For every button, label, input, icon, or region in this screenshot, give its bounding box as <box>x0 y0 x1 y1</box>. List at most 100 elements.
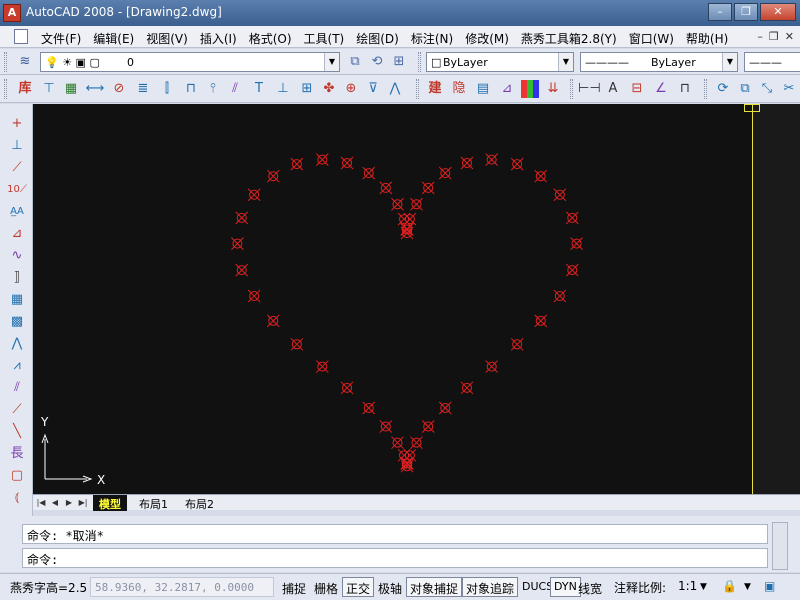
toolbar-grip[interactable] <box>4 79 7 99</box>
bracket-icon[interactable]: ⟧ <box>7 268 27 288</box>
lock-icon[interactable]: 🔒 <box>722 579 737 593</box>
ejector-icon[interactable]: ⫽ <box>224 78 246 100</box>
menu-insert[interactable]: 插入(I) <box>194 30 243 47</box>
menu-help[interactable]: 帮助(H) <box>680 30 734 47</box>
vertical-line-icon[interactable]: ⊥ <box>7 136 27 156</box>
chevron-down-icon[interactable]: ▼ <box>324 53 339 71</box>
next-tab-icon[interactable]: ▶ <box>63 497 75 509</box>
nozzle-icon[interactable]: ⊽ <box>362 78 384 100</box>
trim-icon[interactable]: ✂ <box>778 78 800 100</box>
chevron-down-icon[interactable]: ▼ <box>722 53 737 71</box>
peak-icon[interactable]: ⩘ <box>7 356 27 376</box>
arc-icon[interactable]: ⋀ <box>7 334 27 354</box>
aa-text-icon[interactable]: A̲A <box>7 202 27 222</box>
line-segment-icon[interactable]: ╲ <box>7 422 27 442</box>
menu-draw[interactable]: 绘图(D) <box>350 30 405 47</box>
grid-fill-icon[interactable]: ▩ <box>7 312 27 332</box>
menu-window[interactable]: 窗口(W) <box>623 30 680 47</box>
arcs-icon[interactable]: ⦅ <box>7 488 27 508</box>
menu-tools[interactable]: 工具(T) <box>298 30 351 47</box>
restore-button[interactable]: ❐ <box>734 3 758 21</box>
chain-dim-icon[interactable]: ⊓ <box>674 78 696 100</box>
spring-icon[interactable]: ≣ <box>132 78 154 100</box>
polyline-icon[interactable]: ⊿ <box>7 224 27 244</box>
menu-edit[interactable]: 编辑(E) <box>87 30 140 47</box>
pin-icon[interactable]: ⫯ <box>202 78 224 100</box>
rectangle-icon[interactable]: ▢ <box>7 466 27 486</box>
slider-icon[interactable]: ⋀ <box>384 78 406 100</box>
linetype-dropdown[interactable]: ———— ByLayer ▼ <box>580 52 738 72</box>
punch-icon[interactable]: ⊤ <box>38 78 60 100</box>
build-icon[interactable]: 建 <box>424 78 446 100</box>
menu-yanxiu-toolbox[interactable]: 燕秀工具箱2.8(Y) <box>515 30 623 47</box>
menu-file[interactable]: 文件(F) <box>35 30 87 47</box>
angle-dim-icon[interactable]: ∠ <box>650 78 672 100</box>
guide-pillar-icon[interactable]: ⊞ <box>296 78 318 100</box>
t-bolt-icon[interactable]: T <box>248 78 270 100</box>
lineweight-dropdown[interactable]: ——— <box>744 52 800 72</box>
toolbar-grip[interactable] <box>418 52 421 72</box>
command-input[interactable]: 命令: <box>22 548 768 568</box>
mold-base-icon[interactable]: ▦ <box>60 78 82 100</box>
text-dim-icon[interactable]: A <box>602 78 624 100</box>
grid-button[interactable]: 栅格 <box>310 577 342 597</box>
snap-button[interactable]: 捕捉 <box>278 577 310 597</box>
crosshair-icon[interactable]: + <box>7 114 27 134</box>
menu-modify[interactable]: 修改(M) <box>459 30 515 47</box>
bolt-icon[interactable]: ⊓ <box>180 78 202 100</box>
autocad-app-icon[interactable]: A <box>3 4 21 22</box>
hide-icon[interactable]: 隐 <box>448 78 470 100</box>
chevron-down-icon[interactable]: ▼ <box>700 582 707 592</box>
tab-layout2[interactable]: 布局2 <box>179 495 220 511</box>
color-palette-icon[interactable] <box>521 80 539 98</box>
last-tab-icon[interactable]: ▶| <box>77 497 89 509</box>
hatch-icon[interactable]: ▦ <box>7 290 27 310</box>
diagonal-line-icon[interactable]: ⟋ <box>7 158 27 178</box>
sprue-icon[interactable]: ⊥ <box>272 78 294 100</box>
toolbar-grip[interactable] <box>4 52 7 72</box>
clean-screen-icon[interactable]: ▣ <box>764 579 775 593</box>
rotate-icon[interactable]: ⟳ <box>712 78 734 100</box>
osnap-button[interactable]: 对象捕捉 <box>406 577 463 597</box>
no-entry-icon[interactable]: ⊘ <box>108 78 130 100</box>
layer-dropdown[interactable]: 💡 ☀ ▣ ▢ 0 ▼ <box>40 52 340 72</box>
line-icon[interactable]: ⟷ <box>84 78 106 100</box>
wave-icon[interactable]: ∿ <box>7 246 27 266</box>
otrack-button[interactable]: 对象追踪 <box>462 577 519 597</box>
polar-button[interactable]: 极轴 <box>374 577 406 597</box>
layer-previous-icon[interactable]: ⟲ <box>366 51 388 73</box>
ten-degree-icon[interactable]: 10⟋ <box>7 180 27 200</box>
layer-states-icon[interactable]: ⊞ <box>388 51 410 73</box>
baseline-dim-icon[interactable]: ⊟ <box>626 78 648 100</box>
tab-model[interactable]: 模型 <box>93 495 127 511</box>
linear-dim-icon[interactable]: ⊢⊣ <box>578 78 601 100</box>
make-object-layer-current-icon[interactable]: ⧉ <box>344 51 366 73</box>
toolbar-grip[interactable] <box>416 79 419 99</box>
first-tab-icon[interactable]: |◀ <box>35 497 47 509</box>
layer-stack-icon[interactable]: ▤ <box>472 78 494 100</box>
menu-dimension[interactable]: 标注(N) <box>405 30 459 47</box>
doc-restore-button[interactable]: ❐ <box>769 30 779 43</box>
menu-view[interactable]: 视图(V) <box>140 30 194 47</box>
coordinate-readout[interactable]: 58.9360, 32.2817, 0.0000 <box>90 577 274 597</box>
chevron-down-icon[interactable]: ▼ <box>744 582 751 592</box>
color-dropdown[interactable]: □ ByLayer ▼ <box>426 52 574 72</box>
tab-layout1[interactable]: 布局1 <box>133 495 174 511</box>
layer-manager-icon[interactable]: ≋ <box>14 51 36 73</box>
long-text-icon[interactable]: 長 <box>7 444 27 464</box>
document-icon[interactable] <box>14 29 28 44</box>
chevron-down-icon[interactable]: ▼ <box>558 53 573 71</box>
doc-close-button[interactable]: ✕ <box>785 30 794 43</box>
screw-icon[interactable]: ⫿ <box>156 78 178 100</box>
command-scrollbar[interactable] <box>772 522 788 570</box>
toolbar-grip[interactable] <box>704 79 707 99</box>
copy-icon[interactable]: ⧉ <box>734 78 756 100</box>
lineweight-button[interactable]: 线宽 <box>574 577 606 597</box>
close-button[interactable]: ✕ <box>760 3 796 21</box>
prev-tab-icon[interactable]: ◀ <box>49 497 61 509</box>
ortho-button[interactable]: 正交 <box>342 577 375 597</box>
dimension-icon[interactable]: ⇊ <box>542 78 564 100</box>
menu-format[interactable]: 格式(O) <box>243 30 298 47</box>
parallel-lines-icon[interactable]: ⫽ <box>7 378 27 398</box>
stretch-icon[interactable]: ⤡ <box>756 78 778 100</box>
